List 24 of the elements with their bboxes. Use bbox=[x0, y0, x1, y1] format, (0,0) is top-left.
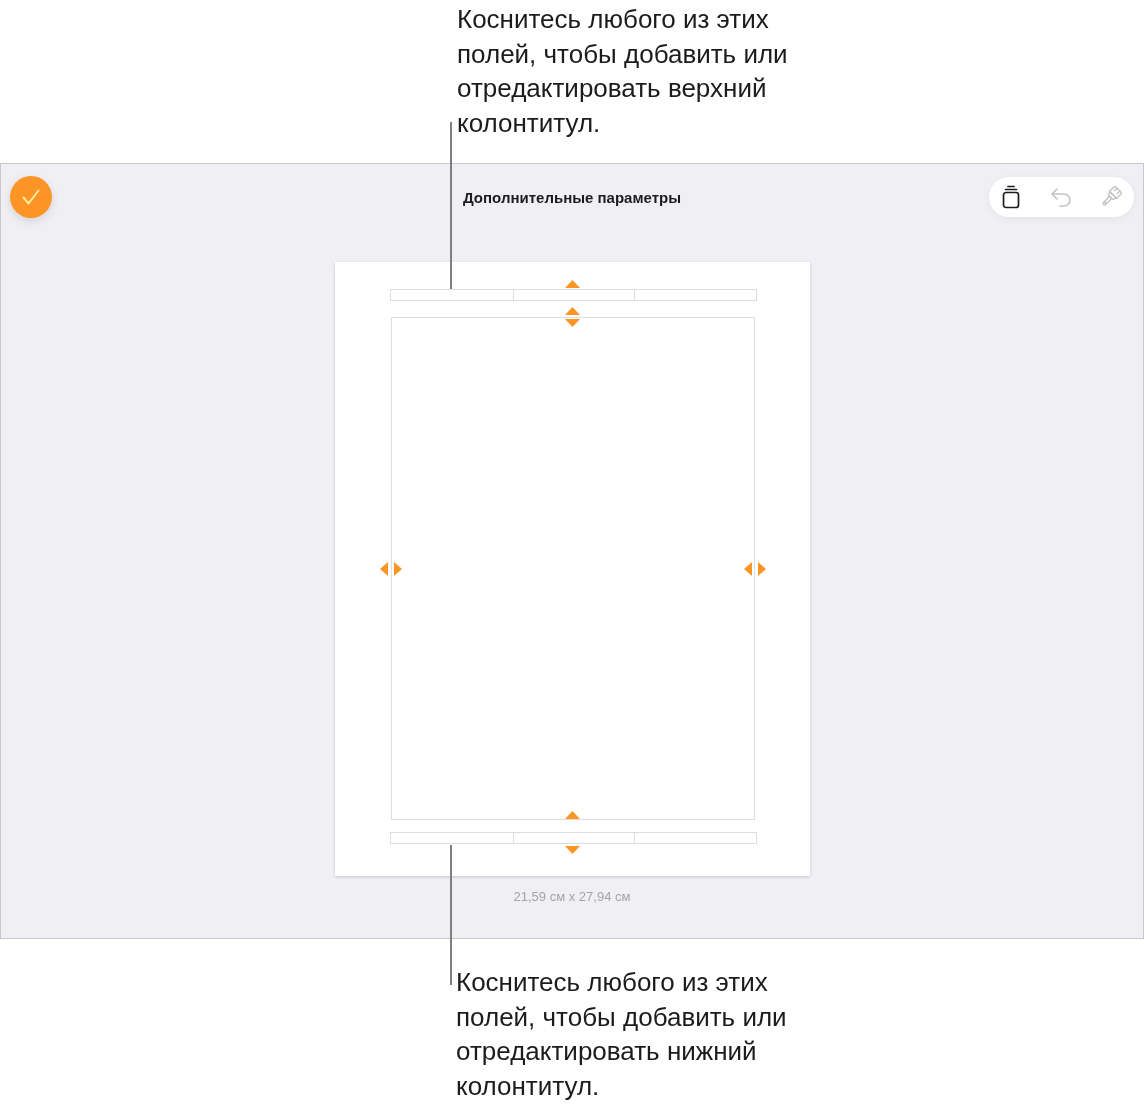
down-triangle-icon[interactable] bbox=[564, 319, 580, 327]
header-field[interactable] bbox=[389, 289, 513, 301]
footer-field[interactable] bbox=[633, 832, 757, 844]
paper-size-label: 21,59 см x 27,94 см bbox=[513, 889, 631, 905]
screen-title: Дополнительные параметры bbox=[463, 188, 681, 206]
done-button[interactable] bbox=[10, 176, 52, 218]
right-triangle-icon[interactable] bbox=[757, 562, 766, 576]
right-triangle-icon[interactable] bbox=[393, 562, 402, 576]
callout-text: Коснитесь любого из этих полей, чтобы добавить или отредактировать нижний колонтитул. bbox=[456, 966, 788, 1103]
callout-text: Коснитесь любого из этих полей, чтобы добавить или отредактировать верхний колонтитул. bbox=[457, 3, 789, 140]
down-triangle-icon[interactable] bbox=[564, 846, 580, 854]
header-field[interactable] bbox=[633, 289, 757, 301]
left-triangle-icon[interactable] bbox=[379, 562, 388, 576]
undo-icon bbox=[1050, 187, 1072, 207]
up-triangle-icon[interactable] bbox=[564, 307, 580, 315]
up-triangle-icon[interactable] bbox=[564, 280, 580, 288]
left-triangle-icon[interactable] bbox=[743, 562, 752, 576]
up-triangle-icon[interactable] bbox=[564, 811, 580, 819]
document-stack-icon bbox=[1002, 185, 1020, 209]
paintbrush-icon bbox=[1099, 185, 1123, 209]
footer-field[interactable] bbox=[512, 832, 634, 844]
checkmark-icon bbox=[22, 189, 40, 205]
footer-field[interactable] bbox=[389, 832, 513, 844]
header-field[interactable] bbox=[512, 289, 634, 301]
